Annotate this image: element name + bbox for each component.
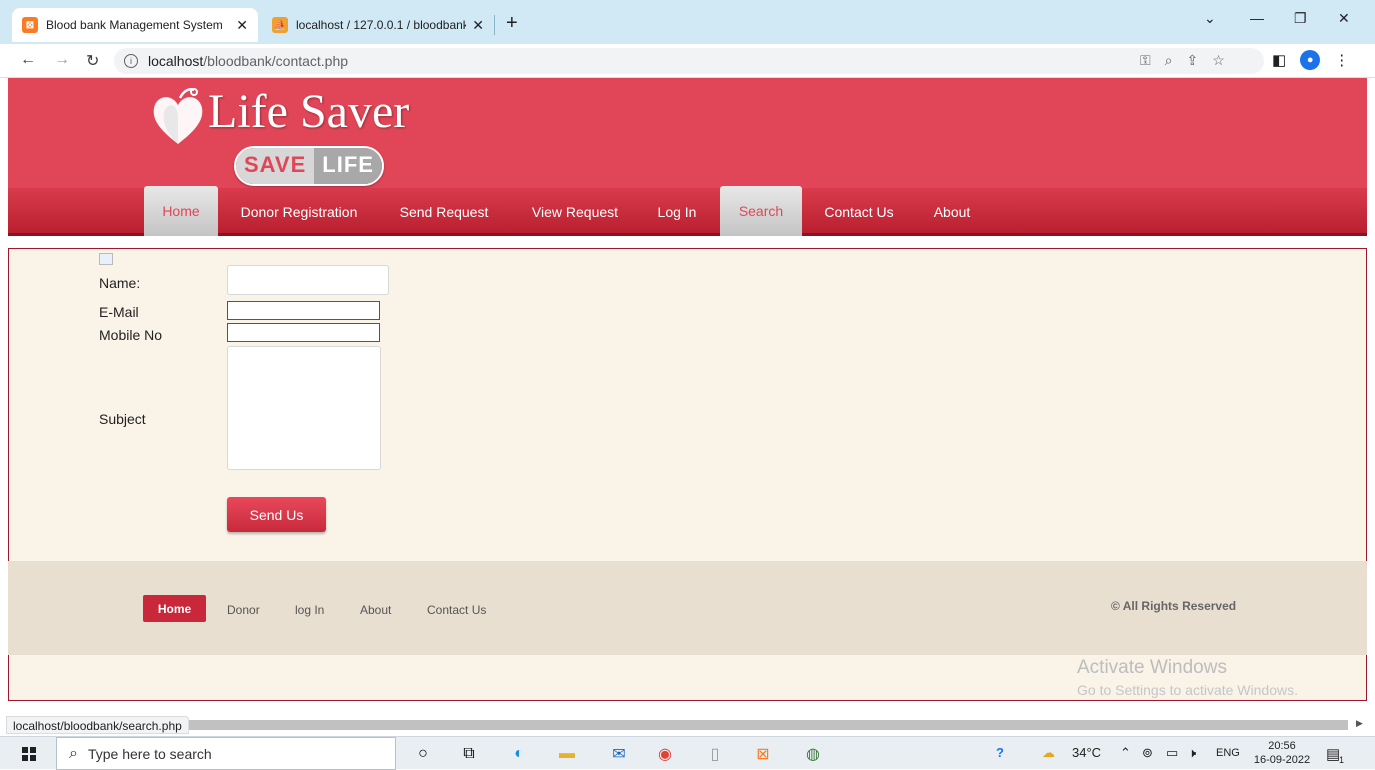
- activate-windows-subtitle: Go to Settings to activate Windows.: [1077, 682, 1298, 698]
- nav-view-request[interactable]: View Request: [520, 188, 630, 236]
- language-indicator[interactable]: ENG: [1216, 747, 1240, 759]
- taskbar-search-placeholder: Type here to search: [87, 745, 212, 762]
- nav-about[interactable]: About: [922, 188, 982, 236]
- footer-link-log-in[interactable]: log In: [295, 603, 324, 617]
- mobile-label: Mobile No: [99, 327, 163, 343]
- network-icon[interactable]: ⊚: [1142, 745, 1153, 761]
- zoom-icon[interactable]: ⌕: [1165, 52, 1173, 69]
- reload-icon[interactable]: ↻: [86, 51, 99, 71]
- windows-start-icon[interactable]: [22, 747, 36, 761]
- temperature-text[interactable]: 34°C: [1072, 745, 1101, 760]
- footer-link-about[interactable]: About: [360, 603, 391, 617]
- omnibox-actions: ⚿ ⌕ ⇪ ☆: [1140, 52, 1225, 69]
- new-tab-button[interactable]: +: [506, 12, 518, 35]
- url-path: /bloodbank/contact.php: [203, 53, 349, 69]
- task-view-icon[interactable]: ⧉: [458, 743, 480, 765]
- footer-link-home[interactable]: Home: [143, 595, 206, 622]
- site-footer: Home Donor log In About Contact Us © All…: [8, 561, 1367, 655]
- nav-log-in[interactable]: Log In: [648, 188, 706, 236]
- clock-time: 20:56: [1268, 740, 1296, 752]
- copyright-text: © All Rights Reserved: [1111, 599, 1237, 613]
- xampp-taskbar-icon[interactable]: ⊠: [752, 743, 774, 765]
- site-header: Life Saver SAVE LIFE: [8, 78, 1367, 188]
- system-clock[interactable]: 20:56 16-09-2022: [1252, 739, 1312, 767]
- chrome-profile-icon[interactable]: ◍: [802, 743, 824, 765]
- taskbar-search-input[interactable]: ⌕ Type here to search: [56, 737, 396, 770]
- tab-blood-bank[interactable]: ⊠ Blood bank Management System ✕: [12, 8, 258, 42]
- site-info-icon[interactable]: i: [124, 54, 138, 68]
- tab-separator: [494, 15, 495, 35]
- tab-title: localhost / 127.0.0.1 / bloodbank: [296, 18, 467, 32]
- close-window-icon[interactable]: ✕: [1338, 10, 1350, 27]
- save-life-badge: SAVE LIFE: [234, 146, 384, 186]
- page-viewport: Life Saver SAVE LIFE Home Donor Registra…: [0, 78, 1375, 714]
- mail-icon[interactable]: ✉: [608, 743, 630, 765]
- browser-status-bar: ▶ localhost/bloodbank/search.php: [0, 714, 1375, 736]
- main-nav: Home Donor Registration Send Request Vie…: [8, 186, 1367, 236]
- key-icon[interactable]: ⚿: [1140, 52, 1151, 69]
- document-icon[interactable]: ▯: [704, 743, 726, 765]
- menu-kebab-icon[interactable]: ⋮: [1334, 51, 1349, 69]
- badge-save: SAVE: [236, 148, 315, 184]
- tray-chevron-icon[interactable]: ⌃: [1120, 745, 1131, 761]
- url-input[interactable]: i localhost/bloodbank/contact.php: [114, 48, 1264, 74]
- xampp-icon: ⊠: [22, 17, 38, 33]
- edge-icon[interactable]: ◐: [508, 743, 530, 765]
- subject-label: Subject: [99, 411, 146, 427]
- send-us-button[interactable]: Send Us: [227, 497, 326, 532]
- name-input[interactable]: [227, 265, 389, 295]
- nav-send-request[interactable]: Send Request: [388, 188, 500, 236]
- heart-logo-icon: [153, 88, 203, 144]
- scroll-right-arrow-icon[interactable]: ▶: [1356, 718, 1363, 729]
- help-icon[interactable]: ?: [996, 745, 1004, 760]
- site-logo[interactable]: Life Saver SAVE LIFE: [148, 82, 438, 190]
- close-tab-icon[interactable]: ✕: [472, 17, 484, 34]
- badge-life: LIFE: [314, 148, 382, 184]
- broken-image-icon: [99, 253, 113, 265]
- search-icon: ⌕: [69, 744, 78, 762]
- forward-icon[interactable]: →: [54, 51, 70, 69]
- footer-link-donor[interactable]: Donor: [227, 603, 260, 617]
- nav-search[interactable]: Search: [720, 186, 802, 236]
- chrome-icon[interactable]: ◉: [654, 743, 676, 765]
- footer-link-contact-us[interactable]: Contact Us: [427, 603, 486, 617]
- profile-avatar-icon[interactable]: ●: [1300, 50, 1321, 70]
- bookmark-star-icon[interactable]: ☆: [1212, 52, 1225, 69]
- back-icon[interactable]: ←: [20, 51, 36, 69]
- notification-count: 1: [1339, 755, 1345, 765]
- windows-taskbar: ⌕ Type here to search ○ ⧉ ◐ ▬ ✉ ◉ ▯ ⊠ ◍ …: [0, 736, 1375, 770]
- browser-actions: ◧ ● ⋮: [1272, 50, 1349, 70]
- name-label: Name:: [99, 275, 141, 291]
- status-link-url: localhost/bloodbank/search.php: [6, 716, 189, 734]
- activate-windows-title: Activate Windows: [1077, 657, 1227, 678]
- logo-text: Life Saver: [208, 85, 410, 138]
- browser-tab-strip: ⊠ Blood bank Management System ✕ ⛵ local…: [0, 0, 1375, 44]
- horizontal-scrollbar[interactable]: [188, 720, 1348, 730]
- share-icon[interactable]: ⇪: [1187, 52, 1199, 69]
- tab-search-icon[interactable]: ⌄: [1204, 10, 1216, 27]
- email-input[interactable]: [227, 301, 380, 320]
- minimize-icon[interactable]: —: [1250, 10, 1264, 26]
- mobile-input[interactable]: [227, 323, 380, 342]
- nav-donor-registration[interactable]: Donor Registration: [230, 188, 368, 236]
- battery-icon[interactable]: ▭: [1166, 745, 1178, 761]
- phpmyadmin-icon: ⛵: [272, 17, 288, 33]
- side-panel-icon[interactable]: ◧: [1272, 51, 1286, 69]
- nav-home[interactable]: Home: [144, 186, 218, 236]
- file-explorer-icon[interactable]: ▬: [556, 743, 578, 765]
- weather-icon[interactable]: ☁: [1042, 745, 1055, 761]
- clock-date: 16-09-2022: [1253, 754, 1311, 766]
- url-host: localhost: [148, 53, 204, 69]
- volume-muted-icon[interactable]: 🕨: [1188, 745, 1196, 761]
- nav-contact-us[interactable]: Contact Us: [814, 188, 904, 236]
- subject-textarea[interactable]: [227, 346, 381, 470]
- cortana-icon[interactable]: ○: [412, 743, 434, 765]
- restore-icon[interactable]: ❐: [1294, 10, 1307, 27]
- email-label: E-Mail: [99, 304, 139, 320]
- close-tab-icon[interactable]: ✕: [236, 17, 248, 34]
- contact-form-area: Name: E-Mail Mobile No Subject Send Us: [8, 248, 1367, 561]
- address-bar: ← → ↻ i localhost/bloodbank/contact.php …: [0, 44, 1375, 78]
- tab-phpmyadmin[interactable]: ⛵ localhost / 127.0.0.1 / bloodbank ✕: [262, 8, 494, 42]
- tab-title: Blood bank Management System: [46, 18, 223, 32]
